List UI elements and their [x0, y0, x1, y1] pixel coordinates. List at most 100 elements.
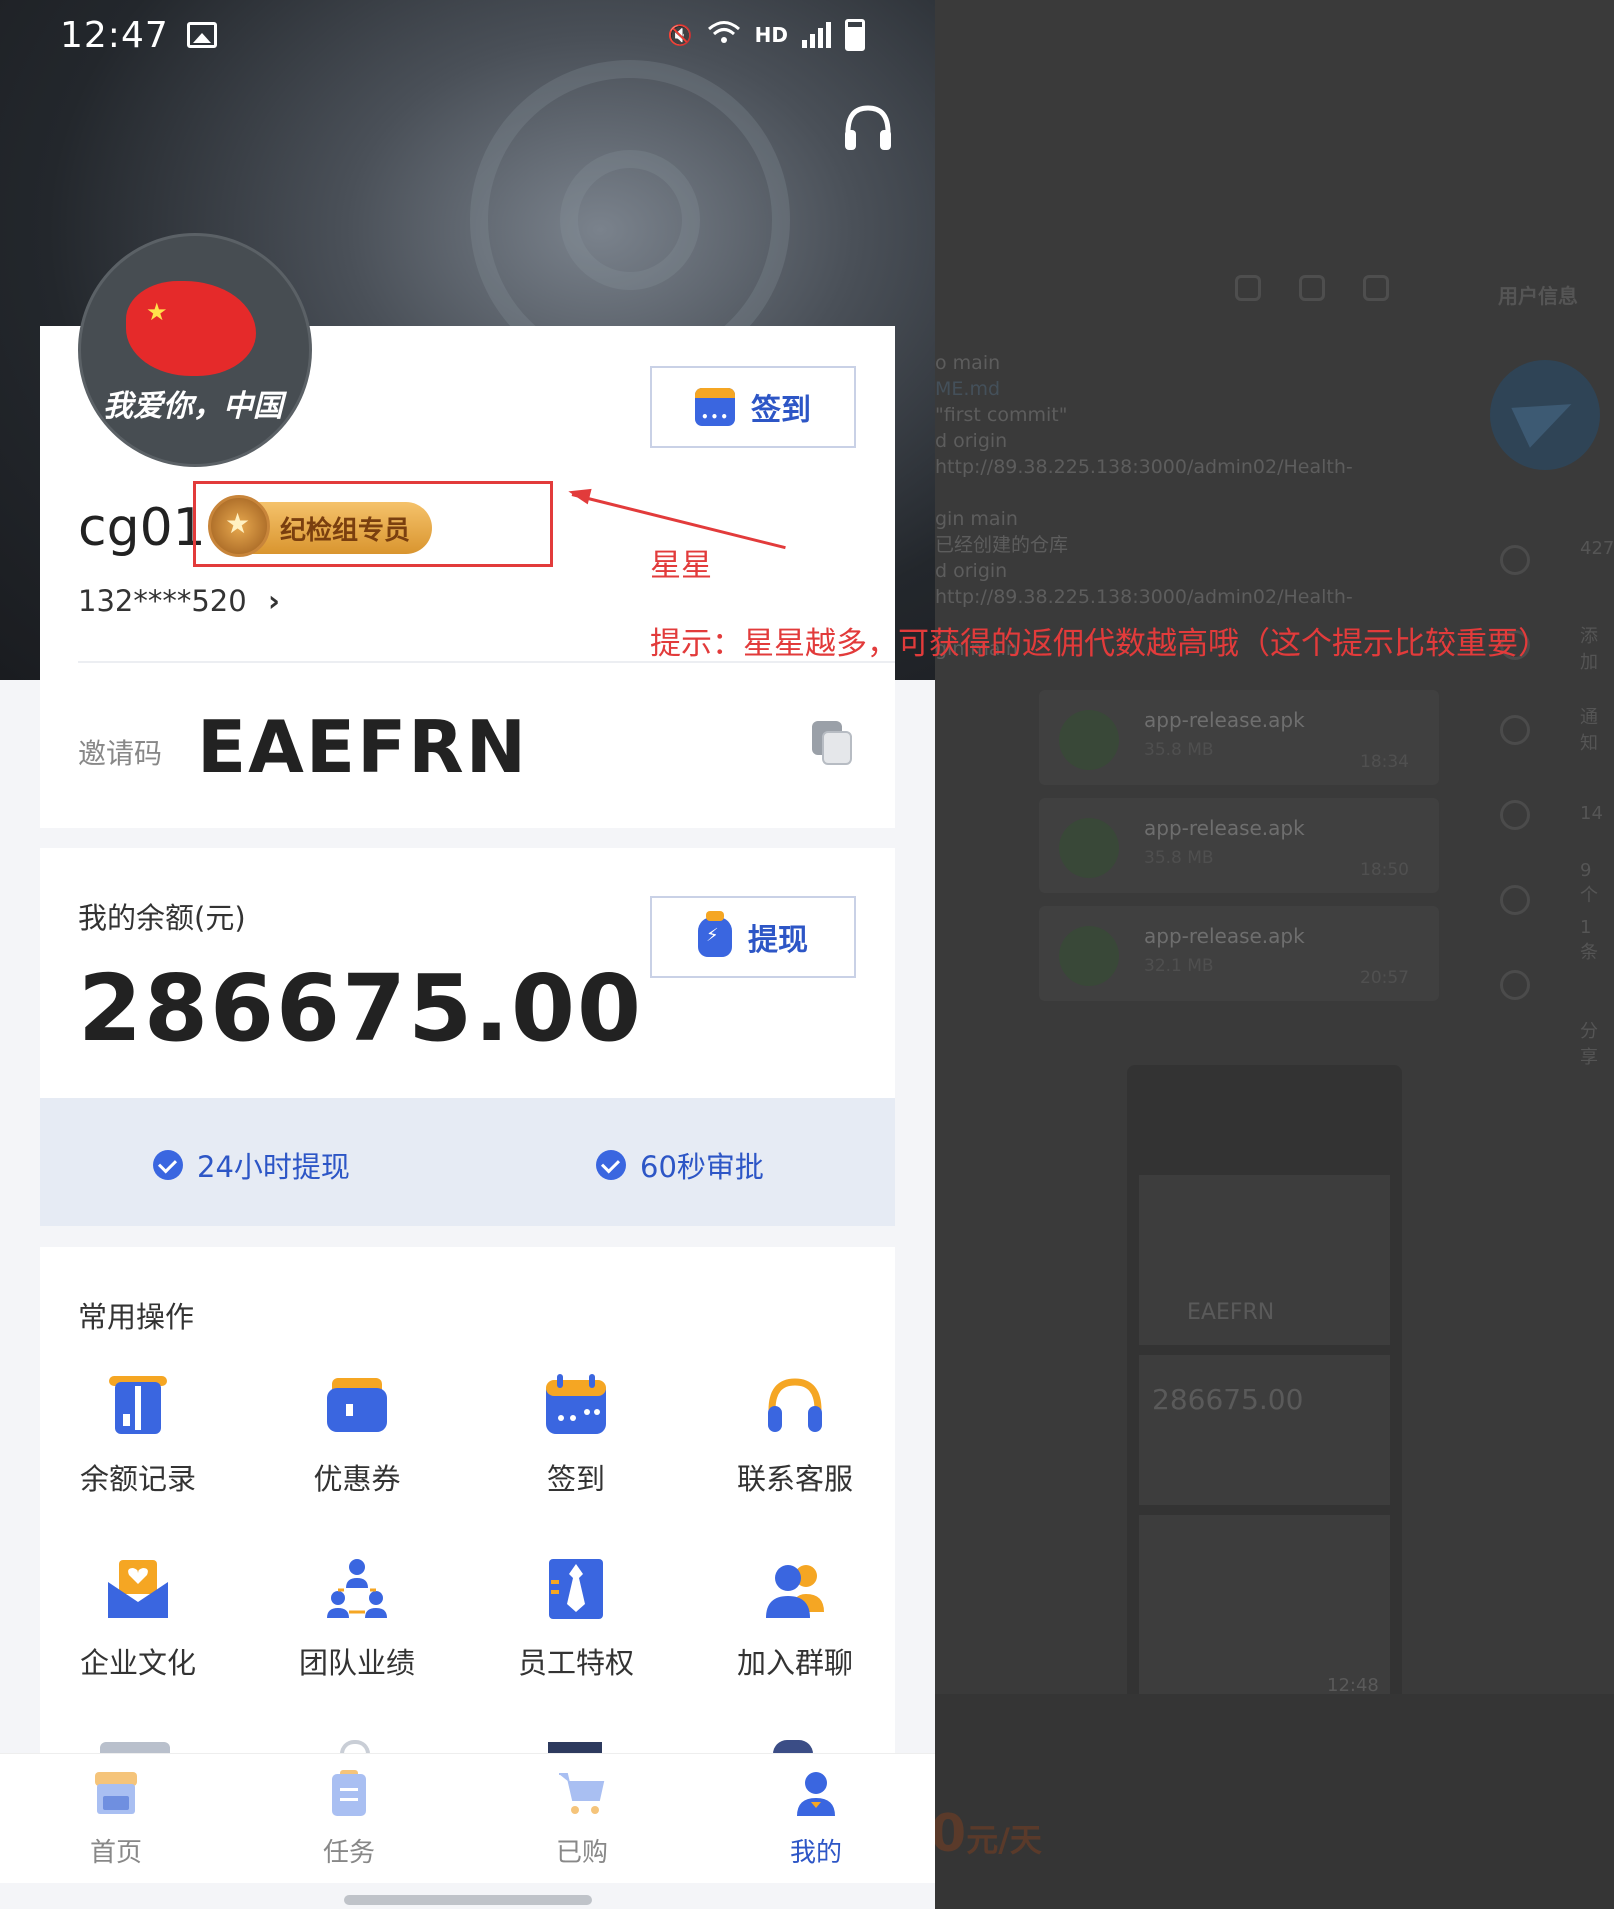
search-icon[interactable] — [1235, 275, 1261, 301]
op-join-group[interactable]: 加入群聊 — [695, 1556, 895, 1682]
annotation-label: 星星 — [650, 548, 712, 584]
perk-item: 24小时提现 — [153, 1144, 350, 1186]
battery-icon — [845, 19, 865, 51]
side-value: 通知 — [1580, 707, 1598, 754]
file-time: 18:34 — [1360, 752, 1409, 772]
log-line: d origin http://89.38.225.138:3000/admin… — [935, 430, 1353, 478]
thumb-code: EAEFRN — [1187, 1300, 1275, 1325]
calendar-icon — [695, 388, 735, 426]
op-contact-service[interactable]: 联系客服 — [695, 1372, 895, 1498]
file-name: app-release.apk — [1144, 816, 1305, 840]
op-sign-in[interactable]: 签到 — [476, 1372, 676, 1498]
status-icons: 🔇 HD — [668, 19, 865, 51]
op-label: 团队业绩 — [298, 1646, 415, 1680]
hero-decoration — [560, 150, 700, 290]
log-line: 已经创建的仓库 — [935, 534, 1069, 556]
home-icon — [91, 1768, 141, 1818]
sign-in-button[interactable]: 签到 — [650, 366, 856, 448]
perk-item: 60秒审批 — [596, 1144, 764, 1186]
copy-icon[interactable] — [812, 721, 852, 765]
op-label: 签到 — [546, 1462, 605, 1496]
git-log: o main ME.md "first commit" d origin htt… — [935, 350, 1415, 662]
team-icon — [324, 1556, 390, 1622]
coupon-icon — [324, 1372, 390, 1438]
chevron-right-icon: › — [267, 584, 280, 618]
price-unit: 元/天 — [966, 1821, 1042, 1859]
telegram-logo-icon — [1490, 360, 1600, 470]
phone-icon[interactable] — [1299, 275, 1325, 301]
desktop-toolbar — [1235, 275, 1389, 301]
withdraw-label: 提现 — [748, 923, 808, 958]
username: cg01 — [78, 498, 206, 558]
withdraw-button[interactable]: 提现 — [650, 896, 856, 978]
file-icon[interactable] — [1059, 926, 1119, 986]
phone-value: 132****520 — [78, 584, 247, 618]
file-message[interactable]: app-release.apk 35.8 MB 18:34 — [1039, 690, 1439, 785]
screenshot-thumbnail[interactable]: EAEFRN 286675.00 12:48 — [1127, 1065, 1402, 1710]
op-label: 加入群聊 — [736, 1646, 853, 1680]
china-map-icon — [126, 281, 256, 376]
sign-in-label: 签到 — [751, 393, 811, 428]
panel-icon[interactable] — [1363, 275, 1389, 301]
tab-mine[interactable]: 我的 — [746, 1768, 886, 1869]
share-icon — [1500, 970, 1530, 1000]
tab-purchased[interactable]: 已购 — [512, 1768, 652, 1869]
side-value: 14 — [1580, 803, 1603, 824]
tab-label: 我的 — [789, 1838, 842, 1868]
price: 0元/天 — [930, 1804, 1042, 1864]
file-size: 35.8 MB — [1144, 848, 1214, 868]
op-employee-privilege[interactable]: 员工特权 — [476, 1556, 676, 1682]
home-indicator[interactable] — [344, 1895, 592, 1905]
tab-label: 首页 — [89, 1838, 142, 1868]
user-icon — [791, 1768, 841, 1818]
log-line: gin main — [935, 508, 1018, 530]
tab-home[interactable]: 首页 — [46, 1768, 186, 1869]
screen: o main ME.md "first commit" d origin htt… — [0, 0, 1614, 1909]
file-size: 32.1 MB — [1144, 956, 1214, 976]
tab-label: 已购 — [555, 1838, 608, 1868]
thumb-time: 12:48 — [1327, 1675, 1379, 1696]
tab-task[interactable]: 任务 — [279, 1768, 419, 1869]
invite-code: EAEFRN — [197, 705, 528, 789]
file-icon[interactable] — [1059, 818, 1119, 878]
op-label: 余额记录 — [79, 1462, 196, 1496]
check-circle-icon — [596, 1150, 626, 1180]
partial-icon — [773, 1740, 813, 1754]
op-team-performance[interactable]: 团队业绩 — [257, 1556, 457, 1682]
price-value: 0 — [930, 1804, 967, 1864]
perk-label: 60秒审批 — [640, 1150, 764, 1184]
desktop-background: o main ME.md "first commit" d origin htt… — [930, 0, 1614, 1909]
file-name: app-release.apk — [1144, 708, 1305, 732]
phone-number[interactable]: 132****520 › — [78, 584, 280, 618]
log-line: d origin http://89.38.225.138:3000/admin… — [935, 560, 1353, 608]
customer-service-icon[interactable] — [840, 100, 896, 156]
avatar[interactable]: ★ 我爱你，中国 — [78, 233, 312, 467]
op-coupon[interactable]: 优惠券 — [257, 1372, 457, 1498]
task-icon — [324, 1768, 374, 1818]
side-value: 分享 — [1580, 1021, 1598, 1068]
tie-icon — [543, 1556, 609, 1622]
balance-label: 我的余额(元) — [78, 901, 246, 935]
perk-label: 24小时提现 — [197, 1150, 350, 1184]
file-message[interactable]: app-release.apk 32.1 MB 20:57 — [1039, 906, 1439, 1001]
wifi-icon — [707, 20, 741, 51]
avatar-slogan: 我爱你，中国 — [103, 389, 283, 424]
side-value: 1 条 — [1580, 917, 1598, 963]
desktop-bottom: 0元/天 — [930, 1694, 1614, 1909]
calendar-icon — [543, 1372, 609, 1438]
media-icon — [1500, 715, 1530, 745]
operations-title: 常用操作 — [78, 1300, 195, 1334]
thumb-card — [1139, 1355, 1390, 1505]
panel-title: 用户信息 — [1498, 284, 1578, 308]
file-message[interactable]: app-release.apk 35.8 MB 18:50 — [1039, 798, 1439, 893]
download-icon[interactable] — [1059, 710, 1119, 770]
tab-label: 任务 — [322, 1838, 375, 1868]
log-line: o main — [935, 352, 1001, 374]
phone-screen: 12:47 🔇 HD ★ 我爱你，中国 签到 cg — [0, 0, 935, 1909]
cart-icon — [557, 1768, 607, 1818]
network-type: HD — [754, 23, 788, 47]
op-label: 企业文化 — [79, 1646, 196, 1680]
op-balance-record[interactable]: 余额记录 — [38, 1372, 238, 1498]
op-culture[interactable]: 企业文化 — [38, 1556, 238, 1682]
star-icon: ★ — [146, 298, 168, 326]
